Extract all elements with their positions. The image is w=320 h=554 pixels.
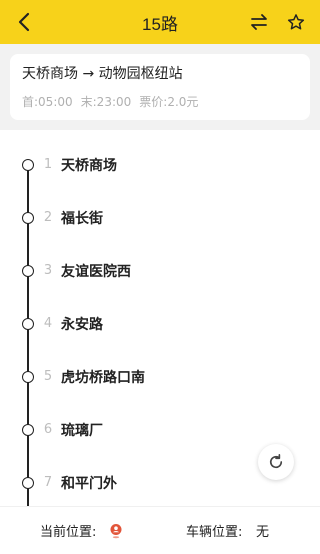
stop-dot	[22, 211, 34, 224]
stop-number: 6	[43, 422, 53, 437]
stop-name: 天桥商场	[61, 157, 117, 174]
stop-name: 福长街	[61, 210, 103, 227]
favorite-button[interactable]	[284, 10, 308, 34]
route-info-card: 天桥商场 → 动物园枢纽站 首:05:00 末:23:00 票价:2.0元	[10, 54, 310, 120]
stop-item[interactable]: 1 天桥商场	[0, 138, 320, 191]
location-pin-icon[interactable]	[108, 523, 124, 539]
back-button[interactable]	[12, 10, 36, 34]
stop-name: 永安路	[61, 316, 103, 333]
stop-name: 琉璃厂	[61, 422, 103, 439]
swap-direction-button[interactable]	[248, 11, 270, 33]
stop-number: 1	[43, 157, 53, 172]
stop-number: 7	[43, 475, 53, 490]
stop-number: 4	[43, 316, 53, 331]
swap-direction-icon	[251, 14, 267, 30]
route-direction: 天桥商场 → 动物园枢纽站	[22, 66, 183, 82]
stop-name: 虎坊桥路口南	[61, 369, 145, 386]
stop-dot	[22, 476, 34, 489]
route-schedule: 首:05:00 末:23:00 票价:2.0元	[22, 93, 298, 110]
stop-number: 3	[43, 263, 53, 278]
stop-item[interactable]: 5 虎坊桥路口南	[0, 350, 320, 403]
stop-dot	[22, 158, 34, 171]
current-position-label: 当前位置:	[40, 525, 97, 540]
fare: 票价:2.0元	[139, 95, 199, 109]
stop-dot	[22, 423, 34, 436]
refresh-button[interactable]	[258, 444, 294, 480]
stop-dot	[22, 370, 34, 383]
refresh-icon	[269, 454, 283, 469]
stop-item[interactable]: 4 永安路	[0, 297, 320, 350]
bottom-status-bar: 当前位置: 车辆位置: 无	[0, 506, 320, 554]
page-title: 15路	[142, 14, 178, 34]
stop-name: 友谊医院西	[61, 263, 131, 280]
star-icon	[287, 14, 305, 30]
stop-item[interactable]: 2 福长街	[0, 191, 320, 244]
route-info-area: 天桥商场 → 动物园枢纽站 首:05:00 末:23:00 票价:2.0元	[0, 44, 320, 130]
stop-number: 5	[43, 369, 53, 384]
stop-dot	[22, 264, 34, 277]
stop-dot	[22, 317, 34, 330]
top-bar: 15路	[0, 0, 320, 44]
first-bus-time: 首:05:00	[22, 95, 73, 109]
back-arrow-icon	[18, 12, 30, 32]
stop-name: 和平门外	[61, 475, 117, 492]
last-bus-time: 末:23:00	[80, 95, 132, 109]
stop-number: 2	[43, 210, 53, 225]
stop-item[interactable]: 3 友谊医院西	[0, 244, 320, 297]
vehicle-position-label: 车辆位置:	[186, 525, 243, 540]
vehicle-position-value: 无	[256, 525, 270, 540]
